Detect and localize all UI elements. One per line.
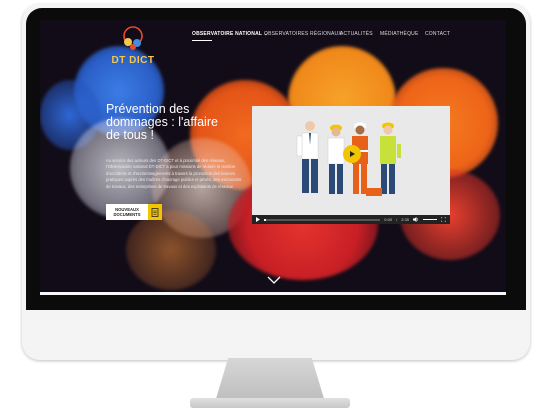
nav-item-label: CONTACT	[425, 31, 451, 37]
video-controls-bar: 0:00 / 2:35	[252, 215, 450, 224]
nav-item-contact[interactable]: CONTACT	[425, 31, 450, 37]
volume-icon[interactable]	[413, 217, 419, 222]
document-icon	[148, 204, 162, 220]
play-icon	[350, 151, 355, 157]
monitor-stand-base	[190, 398, 350, 408]
monitor-chin	[22, 310, 530, 360]
nav-item-actualites[interactable]: ACTUALITÉS	[340, 31, 373, 37]
play-icon[interactable]	[256, 217, 260, 222]
monitor-frame: DT DICT OBSERVATOIRE NATIONAL ⌄ OBSERVAT…	[22, 4, 530, 360]
nav-item-label: ACTUALITÉS	[340, 31, 373, 37]
new-documents-label: NOUVEAUX DOCUMENTS	[106, 204, 148, 220]
nav-item-label: MÉDIATHÈQUE	[380, 31, 419, 37]
nav-item-label: OBSERVATOIRES RÉGIONAUX	[264, 31, 342, 37]
hero-title: Prévention des dommages : l'affaire de t…	[106, 102, 218, 142]
nav-active-underline	[192, 40, 212, 41]
logo-mark-icon	[123, 26, 143, 50]
new-documents-button[interactable]: NOUVEAUX DOCUMENTS	[106, 204, 164, 220]
video-time-separator: /	[396, 217, 398, 222]
logo-text: DT DICT	[111, 55, 155, 66]
video-time-current: 0:00	[384, 217, 393, 222]
top-navigation: DT DICT OBSERVATOIRE NATIONAL ⌄ OBSERVAT…	[40, 20, 506, 66]
monitor-stand	[215, 358, 325, 402]
nav-item-mediatheque[interactable]: MÉDIATHÈQUE	[380, 31, 419, 37]
website-screen: DT DICT OBSERVATOIRE NATIONAL ⌄ OBSERVAT…	[40, 20, 506, 292]
video-player[interactable]: 0:00 / 2:35	[252, 106, 450, 224]
volume-slider[interactable]	[423, 218, 437, 221]
hero-description: Au service des acteurs des DT-DICT et à …	[106, 158, 242, 189]
video-time-total: 2:35	[401, 217, 409, 222]
bokeh-light	[126, 210, 216, 290]
chevron-down-icon[interactable]	[267, 276, 281, 284]
nav-item-observatoire-national[interactable]: OBSERVATOIRE NATIONAL ⌄	[192, 31, 268, 41]
nav-item-observatoires-regionaux[interactable]: OBSERVATOIRES RÉGIONAUX	[264, 31, 342, 37]
play-button[interactable]	[343, 145, 361, 163]
fullscreen-icon[interactable]	[441, 217, 446, 222]
nav-item-label: OBSERVATOIRE NATIONAL	[192, 31, 263, 37]
video-progress-fill	[264, 218, 267, 221]
video-progress-bar[interactable]	[264, 218, 381, 221]
screen-bottom-strip	[40, 292, 506, 295]
site-logo[interactable]: DT DICT	[104, 24, 162, 76]
